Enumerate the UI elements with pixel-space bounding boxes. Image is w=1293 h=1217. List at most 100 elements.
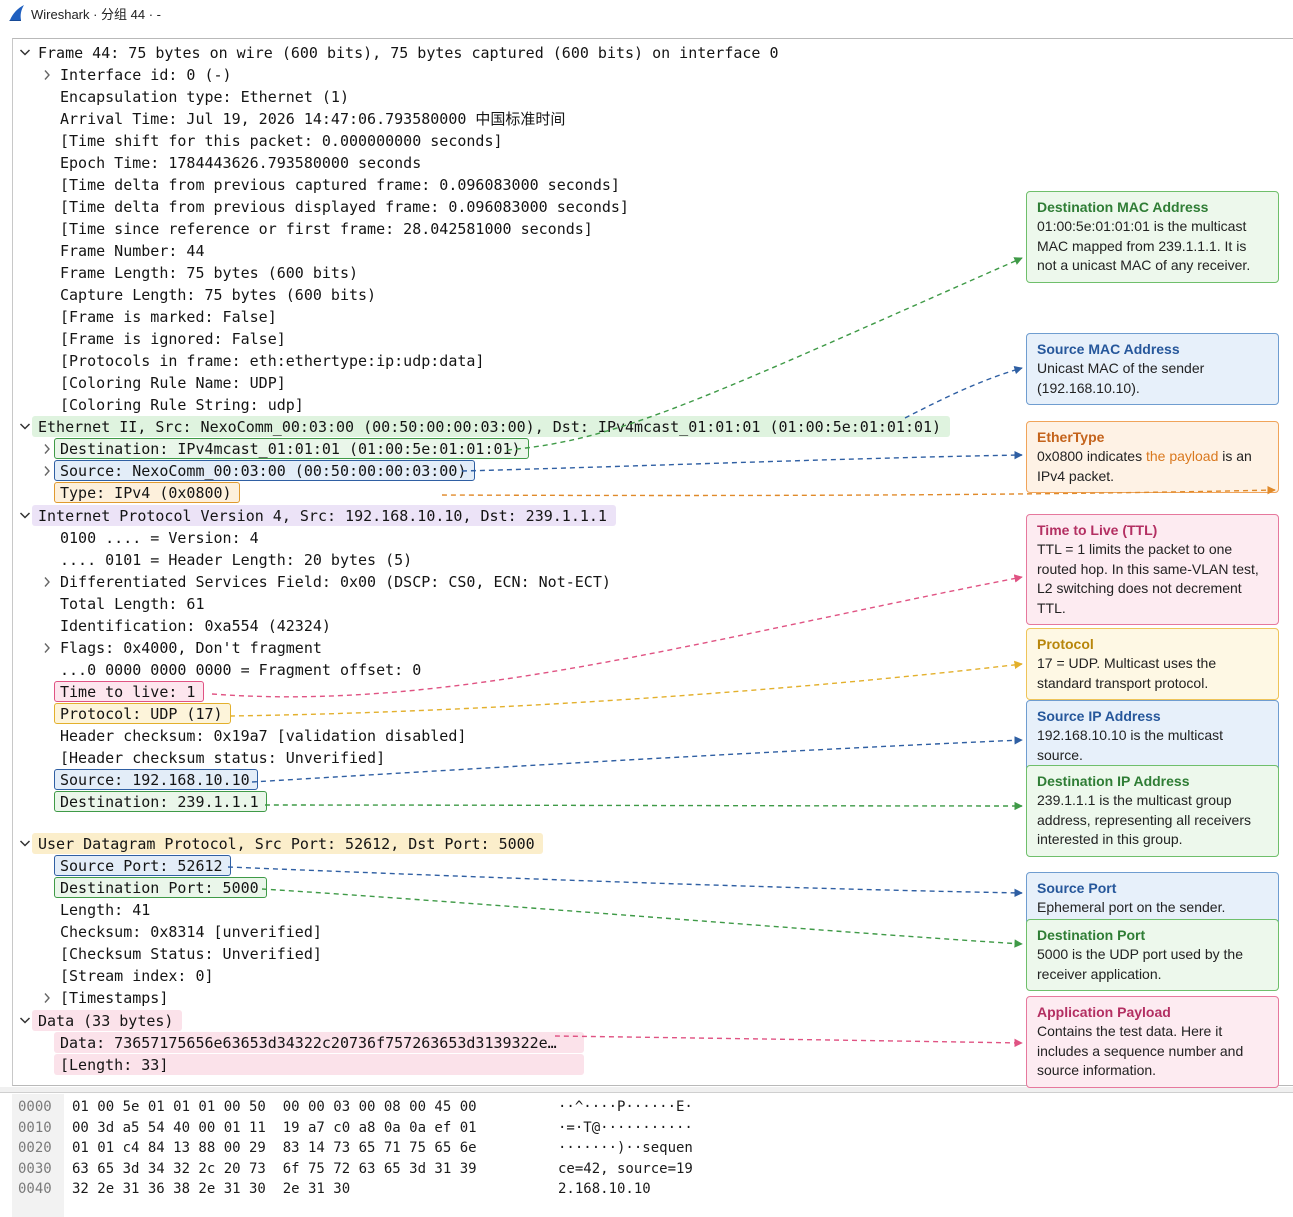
chevron-right-icon[interactable] [41, 637, 53, 659]
tree-row-text: ...0 0000 0000 0000 = Fragment offset: 0 [60, 661, 422, 679]
hex-row[interactable]: 0030 63 65 3d 34 32 2c 20 73 6f 75 72 63 … [12, 1159, 1282, 1179]
tree-row-text: Destination: 239.1.1.1 [60, 793, 259, 811]
annotation-title: Protocol [1037, 636, 1094, 652]
annotation-body: Ephemeral port on the sender. [1037, 899, 1226, 916]
tree-field-row[interactable]: [Time shift for this packet: 0.000000000… [13, 130, 1283, 152]
tree-field-row[interactable]: Encapsulation type: Ethernet (1) [13, 86, 1283, 108]
annotation-src-mac: Source MAC Address Unicast MAC of the sen… [1026, 333, 1279, 406]
hex-bytes: 63 65 3d 34 32 2c 20 73 6f 75 72 63 65 3… [72, 1160, 477, 1177]
hex-row[interactable]: 0040 32 2e 31 36 38 2e 31 30 2e 31 30 2.16… [12, 1179, 1282, 1199]
tree-row-text: [Length: 33] [60, 1056, 169, 1074]
tree-row-text: Ethernet II, Src: NexoComm_00:03:00 (00:… [38, 418, 942, 436]
tree-field-row[interactable]: Epoch Time: 1784443626.793580000 seconds [13, 152, 1283, 174]
hex-offset: 0040 [18, 1181, 52, 1197]
tree-row-text: User Datagram Protocol, Src Port: 52612,… [38, 835, 535, 853]
tree-field-row[interactable]: Capture Length: 75 bytes (600 bits) [13, 284, 1283, 306]
tree-row-text: [Coloring Rule String: udp] [60, 396, 304, 414]
tree-row-text: Checksum: 0x8314 [unverified] [60, 923, 322, 941]
tree-row-text: [Time delta from previous displayed fram… [60, 198, 629, 216]
hex-offset: 0030 [18, 1160, 52, 1177]
tree-row-text: Frame Number: 44 [60, 242, 205, 260]
hex-bytes: 01 01 c4 84 13 88 00 29 83 14 73 65 71 7… [72, 1140, 477, 1156]
annotation-title: Destination IP Address [1037, 773, 1190, 789]
annotation-title: Time to Live (TTL) [1037, 522, 1158, 538]
tree-row-text: Differentiated Services Field: 0x00 (DSC… [60, 573, 611, 591]
annotation-title: Source Port [1037, 880, 1117, 896]
annotation-body: 01:00:5e:01:01:01 is the multicast MAC m… [1037, 218, 1251, 274]
hex-bytes: 32 2e 31 36 38 2e 31 30 2e 31 30 [72, 1181, 351, 1197]
tree-row-text: [Time shift for this packet: 0.000000000… [60, 132, 503, 150]
tree-field-row[interactable]: Arrival Time: Jul 19, 2026 14:47:06.7935… [13, 108, 1283, 130]
chevron-right-icon[interactable] [41, 460, 53, 482]
tree-row-text: [Time since reference or first frame: 28… [60, 220, 593, 238]
chevron-down-icon[interactable] [19, 1010, 31, 1032]
tree-row-text: Source: NexoComm_00:03:00 (00:50:00:00:0… [60, 462, 467, 480]
hex-ascii: ·······)··sequen [558, 1140, 693, 1156]
annotation-body: 239.1.1.1 is the multicast group address… [1037, 792, 1251, 848]
tree-row-text: [Checksum Status: Unverified] [60, 945, 322, 963]
tree-row-text: [Frame is marked: False] [60, 308, 277, 326]
tree-row-text: Capture Length: 75 bytes (600 bits) [60, 286, 377, 304]
tree-field-row[interactable]: [Frame is marked: False] [13, 306, 1283, 328]
tree-row-text: Destination Port: 5000 [60, 879, 259, 897]
tree-row-text: Arrival Time: Jul 19, 2026 14:47:06.7935… [60, 110, 566, 128]
tree-row-text: Total Length: 61 [60, 595, 205, 613]
tree-row-text: Source: 192.168.10.10 [60, 771, 250, 789]
hex-row[interactable]: 0010 00 3d a5 54 40 00 01 11 19 a7 c0 a8 … [12, 1118, 1282, 1138]
hex-row[interactable]: 0000 01 00 5e 01 01 01 00 50 00 00 03 00 … [12, 1097, 1282, 1117]
annotation-body: 0x0800 indicates the payload is an IPv4 … [1037, 448, 1252, 483]
hex-bytes: 01 00 5e 01 01 01 00 50 00 00 03 00 08 0… [72, 1099, 477, 1115]
annotation-title: Destination MAC Address [1037, 199, 1209, 215]
tree-protocol-row[interactable]: Frame 44: 75 bytes on wire (600 bits), 7… [13, 42, 1283, 64]
tree-row-text: Encapsulation type: Ethernet (1) [60, 88, 349, 106]
tree-row-text: Flags: 0x4000, Don't fragment [60, 639, 322, 657]
annotation-title: Application Payload [1037, 1004, 1171, 1020]
tree-row-text: [Header checksum status: Unverified] [60, 749, 386, 767]
tree-row-text: .... 0101 = Header Length: 20 bytes (5) [60, 551, 413, 569]
chevron-down-icon[interactable] [19, 833, 31, 855]
tree-row-text: [Coloring Rule Name: UDP] [60, 374, 286, 392]
hex-ascii: ·=·T@··········· [558, 1119, 693, 1136]
annotation-title: Source IP Address [1037, 708, 1161, 724]
tree-row-text: 0100 .... = Version: 4 [60, 529, 259, 547]
annotation-body: 17 = UDP. Multicast uses the standard tr… [1037, 655, 1217, 691]
tree-field-row[interactable]: Interface id: 0 (-) [13, 64, 1283, 86]
tree-row-text: [Frame is ignored: False] [60, 330, 286, 348]
annotation-payload: Application Payload Contains the test dat… [1026, 996, 1279, 1088]
chevron-right-icon[interactable] [41, 987, 53, 1009]
annotation-body: Unicast MAC of the sender (192.168.10.10… [1037, 360, 1205, 396]
annotation-dst-port: Destination Port 5000 is the UDP port use… [1026, 919, 1279, 992]
hex-offset: 0020 [18, 1140, 52, 1156]
chevron-right-icon[interactable] [41, 64, 53, 86]
tree-row-text: Interface id: 0 (-) [60, 66, 232, 84]
annotation-body: 5000 is the UDP port used by the receive… [1037, 946, 1243, 982]
window-title: Wireshark · 分组 44 · - [31, 7, 162, 22]
chevron-down-icon[interactable] [19, 42, 31, 64]
tree-row-text: [Timestamps] [60, 989, 169, 1007]
tree-row-text: [Time delta from previous captured frame… [60, 176, 620, 194]
annotation-title: Destination Port [1037, 927, 1146, 943]
annotation-body: Contains the test data. Here it includes… [1037, 1023, 1244, 1079]
annotation-src-ip: Source IP Address 192.168.10.10 is the mu… [1026, 700, 1279, 773]
chevron-down-icon[interactable] [19, 505, 31, 527]
hex-row[interactable]: 0020 01 01 c4 84 13 88 00 29 83 14 73 65 … [12, 1138, 1282, 1158]
hex-offset: 0010 [18, 1119, 52, 1136]
annotation-protocol: Protocol 17 = UDP. Multicast uses the sta… [1026, 628, 1279, 701]
chevron-right-icon[interactable] [41, 438, 53, 460]
tree-row-text: Type: IPv4 (0x0800) [60, 484, 232, 502]
hex-offset: 0000 [18, 1099, 52, 1115]
hex-dump-pane[interactable]: 0000 01 00 5e 01 01 01 00 50 00 00 03 00 … [12, 1094, 1293, 1217]
tree-row-text: Data (33 bytes) [38, 1012, 174, 1030]
tree-row-text: [Stream index: 0] [60, 967, 214, 985]
pane-splitter[interactable] [0, 1087, 1293, 1093]
tree-row-text: Epoch Time: 1784443626.793580000 seconds [60, 154, 422, 172]
chevron-down-icon[interactable] [19, 416, 31, 438]
tree-row-text: Length: 41 [60, 901, 151, 919]
chevron-right-icon[interactable] [41, 571, 53, 593]
tree-row-text: Frame Length: 75 bytes (600 bits) [60, 264, 359, 282]
tree-row-text: [Protocols in frame: eth:ethertype:ip:ud… [60, 352, 485, 370]
hex-ascii: ce=42, source=19 [558, 1160, 693, 1177]
wireshark-fin-icon [9, 5, 24, 21]
tree-row-text: Data: 73657175656e63653d34322c20736f7572… [60, 1034, 557, 1052]
annotation-body: 192.168.10.10 is the multicast source. [1037, 727, 1224, 763]
